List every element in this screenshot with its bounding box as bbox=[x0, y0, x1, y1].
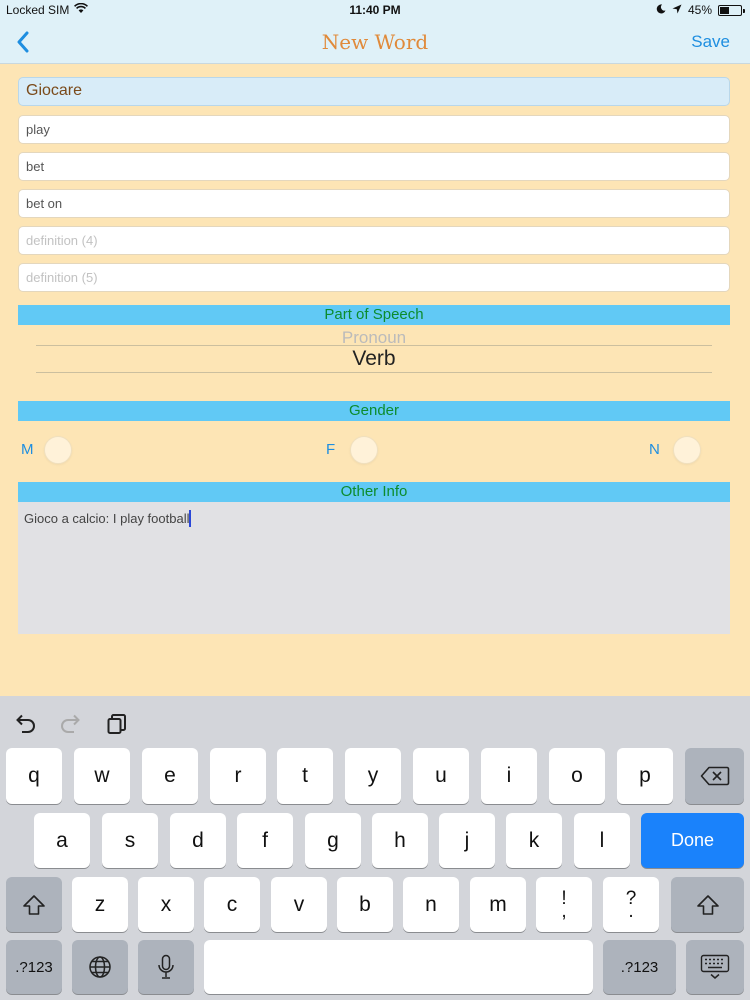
globe-icon bbox=[89, 956, 111, 978]
shift-key-left[interactable] bbox=[6, 877, 62, 932]
gender-label-n: N bbox=[649, 441, 660, 458]
key-d[interactable]: d bbox=[170, 813, 226, 868]
microphone-icon bbox=[158, 954, 174, 979]
gender-radio-n[interactable] bbox=[673, 436, 701, 464]
key-s[interactable]: s bbox=[102, 813, 158, 868]
shift-icon bbox=[696, 894, 719, 915]
other-info-text: Gioco a calcio: I play football bbox=[24, 511, 190, 526]
key-v[interactable]: v bbox=[271, 877, 327, 932]
key-g[interactable]: g bbox=[305, 813, 361, 868]
numbers-key-right[interactable]: .?123 bbox=[603, 940, 676, 994]
keyboard: q w e r t y u i o p a s d f g h j k l Do… bbox=[0, 696, 750, 1000]
globe-key[interactable] bbox=[72, 940, 128, 994]
picker-selected-option[interactable]: Verb bbox=[36, 347, 712, 371]
dictation-key[interactable] bbox=[138, 940, 194, 994]
battery-percentage: 45% bbox=[687, 3, 712, 17]
key-e[interactable]: e bbox=[142, 748, 198, 804]
key-o[interactable]: o bbox=[549, 748, 605, 804]
key-z[interactable]: z bbox=[72, 877, 128, 932]
done-key[interactable]: Done bbox=[641, 813, 744, 868]
delete-key[interactable] bbox=[685, 748, 744, 804]
navigation-bar: New Word Save bbox=[0, 20, 750, 64]
key-x[interactable]: x bbox=[138, 877, 194, 932]
key-n[interactable]: n bbox=[403, 877, 459, 932]
gender-label-m: M bbox=[21, 441, 34, 458]
undo-button[interactable] bbox=[12, 712, 38, 736]
definition-3-input[interactable]: bet on bbox=[18, 189, 730, 218]
picker-divider bbox=[36, 345, 712, 346]
chevron-left-icon bbox=[17, 31, 29, 53]
gender-radio-f[interactable] bbox=[350, 436, 378, 464]
part-of-speech-header: Part of Speech bbox=[18, 305, 730, 325]
location-arrow-icon bbox=[672, 3, 682, 17]
numbers-key-left[interactable]: .?123 bbox=[6, 940, 62, 994]
shift-key-right[interactable] bbox=[671, 877, 744, 932]
definition-2-input[interactable]: bet bbox=[18, 152, 730, 181]
definition-4-input[interactable]: definition (4) bbox=[18, 226, 730, 255]
definition-1-input[interactable]: play bbox=[18, 115, 730, 144]
key-a[interactable]: a bbox=[34, 813, 90, 868]
word-input[interactable]: Giocare bbox=[18, 77, 730, 106]
other-info-header: Other Info bbox=[18, 482, 730, 502]
gender-radio-m[interactable] bbox=[44, 436, 72, 464]
key-comma-label: , bbox=[561, 900, 567, 922]
paste-button[interactable] bbox=[104, 712, 130, 736]
status-bar: Locked SIM 11:40 PM 45% bbox=[0, 0, 750, 20]
key-h[interactable]: h bbox=[372, 813, 428, 868]
redo-icon bbox=[61, 714, 80, 733]
key-period-label: . bbox=[628, 900, 634, 922]
key-i[interactable]: i bbox=[481, 748, 537, 804]
key-m[interactable]: m bbox=[470, 877, 526, 932]
page-title: New Word bbox=[321, 30, 429, 54]
definition-5-input[interactable]: definition (5) bbox=[18, 263, 730, 292]
keyboard-hide-icon bbox=[700, 954, 730, 979]
other-info-textarea[interactable]: Gioco a calcio: I play football bbox=[18, 502, 730, 634]
key-f[interactable]: f bbox=[237, 813, 293, 868]
back-button[interactable] bbox=[8, 26, 38, 58]
shift-icon bbox=[23, 894, 45, 915]
key-t[interactable]: t bbox=[277, 748, 333, 804]
status-time: 11:40 PM bbox=[349, 3, 401, 17]
undo-icon bbox=[16, 714, 35, 733]
key-r[interactable]: r bbox=[210, 748, 266, 804]
redo-button[interactable] bbox=[58, 712, 84, 736]
part-of-speech-picker[interactable]: Pronoun Verb bbox=[36, 326, 712, 374]
battery-icon bbox=[718, 4, 745, 16]
key-u[interactable]: u bbox=[413, 748, 469, 804]
key-k[interactable]: k bbox=[506, 813, 562, 868]
key-w[interactable]: w bbox=[74, 748, 130, 804]
key-exclamation-comma[interactable]: ! , bbox=[536, 877, 592, 932]
gender-label-f: F bbox=[326, 441, 336, 458]
save-button[interactable]: Save bbox=[691, 32, 730, 52]
text-cursor bbox=[189, 510, 192, 527]
key-y[interactable]: y bbox=[345, 748, 401, 804]
key-q[interactable]: q bbox=[6, 748, 62, 804]
key-l[interactable]: l bbox=[574, 813, 630, 868]
battery-fill bbox=[720, 6, 729, 14]
clipboard-icon bbox=[107, 714, 126, 734]
space-key[interactable] bbox=[204, 940, 593, 994]
moon-icon bbox=[656, 3, 666, 17]
key-p[interactable]: p bbox=[617, 748, 673, 804]
backspace-icon bbox=[700, 766, 729, 786]
hide-keyboard-key[interactable] bbox=[686, 940, 744, 994]
key-question-period[interactable]: ? . bbox=[603, 877, 659, 932]
picker-divider bbox=[36, 372, 712, 373]
key-b[interactable]: b bbox=[337, 877, 393, 932]
key-j[interactable]: j bbox=[439, 813, 495, 868]
key-c[interactable]: c bbox=[204, 877, 260, 932]
gender-header: Gender bbox=[18, 401, 730, 421]
